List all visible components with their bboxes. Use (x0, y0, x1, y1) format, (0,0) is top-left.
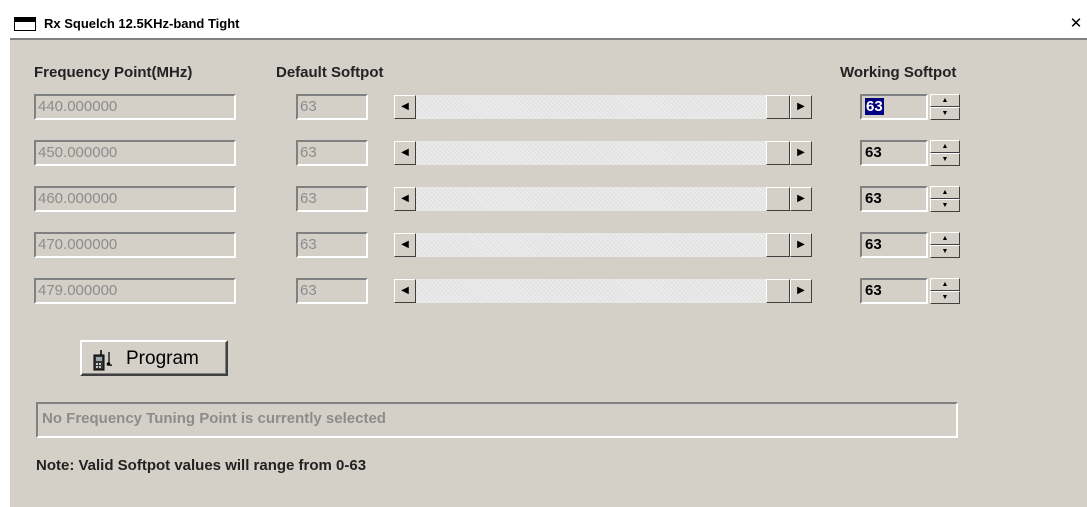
scroll-left-button[interactable]: ◀ (394, 141, 416, 165)
softpot-slider[interactable]: ◀ ▶ (394, 279, 812, 303)
default-softpot-header: Default Softpot (276, 64, 384, 81)
radio-program-icon (93, 350, 113, 371)
softpot-spinner: ▲ ▼ (930, 278, 960, 304)
spin-down-button[interactable]: ▼ (930, 153, 960, 166)
scroll-left-button[interactable]: ◀ (394, 233, 416, 257)
scroll-left-button[interactable]: ◀ (394, 95, 416, 119)
dialog-window: Rx Squelch 12.5KHz-band Tight ✕ Frequenc… (8, 10, 1087, 507)
softpot-slider[interactable]: ◀ ▶ (394, 187, 812, 211)
spin-up-button[interactable]: ▲ (930, 278, 960, 291)
scroll-right-button[interactable]: ▶ (790, 279, 812, 303)
title-bar: Rx Squelch 12.5KHz-band Tight ✕ (10, 10, 1087, 40)
working-softpot-value: 63 (865, 98, 884, 115)
frequency-field: 440.000000 (34, 94, 236, 120)
default-softpot-field: 63 (296, 186, 368, 212)
default-softpot-field: 63 (296, 94, 368, 120)
spin-up-button[interactable]: ▲ (930, 232, 960, 245)
working-softpot-field[interactable]: 63 (860, 186, 928, 212)
close-button[interactable]: ✕ (1065, 14, 1087, 34)
working-softpot-field[interactable]: 63 (860, 278, 928, 304)
slider-thumb[interactable] (766, 95, 790, 119)
softpot-spinner: ▲ ▼ (930, 186, 960, 212)
program-button[interactable]: Program (80, 340, 228, 376)
spin-down-button[interactable]: ▼ (930, 291, 960, 304)
default-softpot-field: 63 (296, 278, 368, 304)
slider-thumb[interactable] (766, 233, 790, 257)
frequency-field: 460.000000 (34, 186, 236, 212)
working-softpot-field[interactable]: 63 (860, 232, 928, 258)
scroll-left-button[interactable]: ◀ (394, 279, 416, 303)
softpot-slider[interactable]: ◀ ▶ (394, 141, 812, 165)
softpot-spinner: ▲ ▼ (930, 232, 960, 258)
working-softpot-field[interactable]: 63 (860, 140, 928, 166)
spin-up-button[interactable]: ▲ (930, 186, 960, 199)
scroll-right-button[interactable]: ▶ (790, 141, 812, 165)
default-softpot-field: 63 (296, 140, 368, 166)
slider-thumb[interactable] (766, 187, 790, 211)
softpot-spinner: ▲ ▼ (930, 94, 960, 120)
softpot-spinner: ▲ ▼ (930, 140, 960, 166)
softpot-slider[interactable]: ◀ ▶ (394, 233, 812, 257)
scroll-right-button[interactable]: ▶ (790, 95, 812, 119)
frequency-field: 450.000000 (34, 140, 236, 166)
softpot-slider[interactable]: ◀ ▶ (394, 95, 812, 119)
scroll-right-button[interactable]: ▶ (790, 187, 812, 211)
working-softpot-field[interactable]: 63 (860, 94, 928, 120)
scroll-right-button[interactable]: ▶ (790, 233, 812, 257)
window-title: Rx Squelch 12.5KHz-band Tight (44, 16, 240, 31)
spin-down-button[interactable]: ▼ (930, 245, 960, 258)
spin-up-button[interactable]: ▲ (930, 140, 960, 153)
program-label: Program (126, 348, 199, 369)
slider-thumb[interactable] (766, 141, 790, 165)
frequency-field: 479.000000 (34, 278, 236, 304)
spin-down-button[interactable]: ▼ (930, 199, 960, 212)
note-text: Note: Valid Softpot values will range fr… (36, 457, 367, 474)
status-field: No Frequency Tuning Point is currently s… (36, 402, 958, 438)
window-icon (14, 17, 36, 31)
scroll-left-button[interactable]: ◀ (394, 187, 416, 211)
slider-thumb[interactable] (766, 279, 790, 303)
default-softpot-field: 63 (296, 232, 368, 258)
frequency-field: 470.000000 (34, 232, 236, 258)
spin-up-button[interactable]: ▲ (930, 94, 960, 107)
spin-down-button[interactable]: ▼ (930, 107, 960, 120)
frequency-header: Frequency Point(MHz) (34, 64, 193, 81)
working-softpot-header: Working Softpot (840, 64, 957, 81)
